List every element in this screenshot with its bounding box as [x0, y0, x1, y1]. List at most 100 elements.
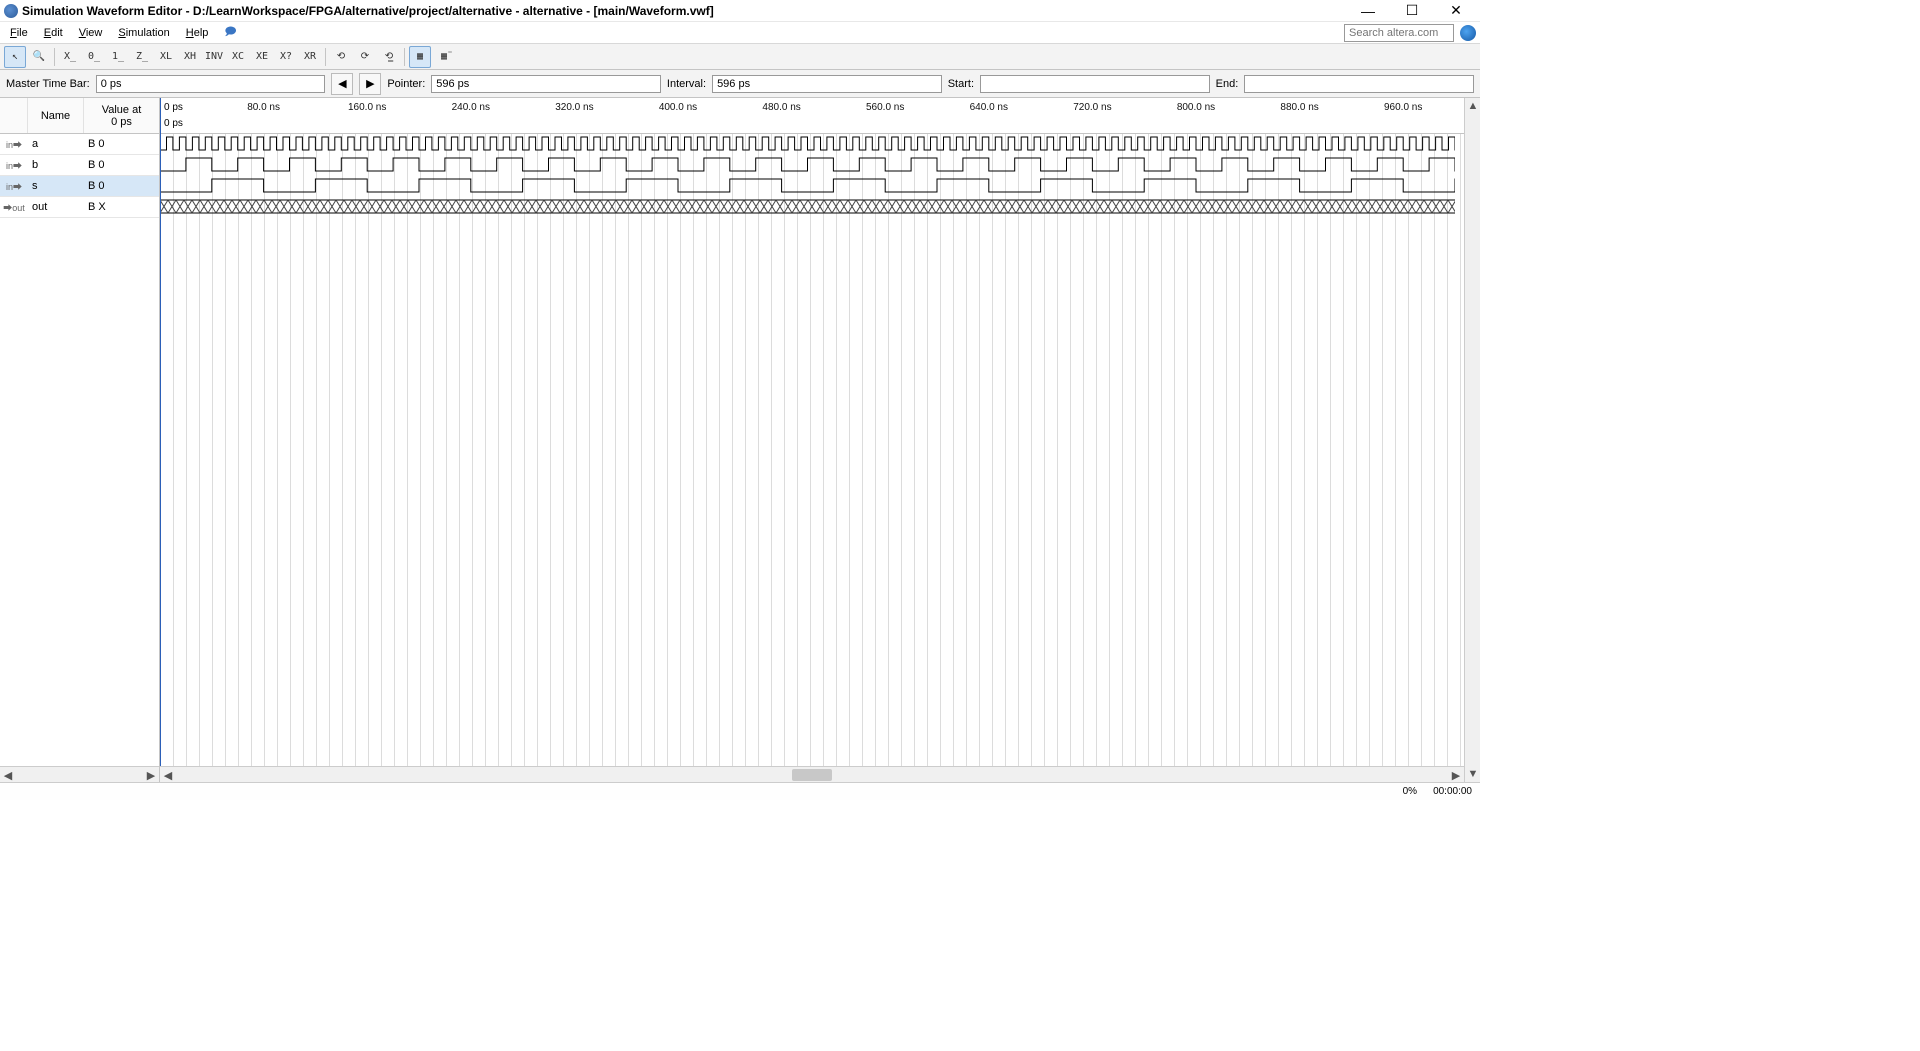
tool-force-x[interactable]: X̲ [59, 46, 81, 68]
signal-list-panel: Name Value at 0 ps in⮕aB 0in⮕bB 0in⮕sB 0… [0, 98, 160, 782]
signal-row-a[interactable]: in⮕aB 0 [0, 134, 159, 155]
search-input[interactable] [1344, 24, 1454, 42]
tool-inv[interactable]: INV [203, 46, 225, 68]
app-icon [4, 4, 18, 18]
signal-list-hscroll[interactable]: ◀ ▶ [0, 766, 159, 782]
ruler-tick: 160.0 ns [348, 102, 386, 113]
minimize-button[interactable]: — [1346, 0, 1390, 22]
ruler-tick: 720.0 ns [1073, 102, 1111, 113]
window-title: Simulation Waveform Editor - D:/LearnWor… [22, 4, 714, 18]
signal-value: B 0 [84, 138, 159, 150]
scroll-left-icon[interactable]: ◀ [160, 767, 176, 783]
signal-row-out[interactable]: ⮕outoutB X [0, 197, 159, 218]
signal-list-header: Name Value at 0 ps [0, 98, 159, 134]
tool-xl[interactable]: XL [155, 46, 177, 68]
end-label: End: [1216, 78, 1239, 90]
tool-zoom[interactable]: 🔍 [28, 46, 50, 68]
toolbar: ↖ 🔍 X̲ 0̲ 1̲ Z̲ XL XH INV XC XE X? XR ⟲ … [0, 44, 1480, 70]
tool-xc[interactable]: XC [227, 46, 249, 68]
close-button[interactable]: ✕ [1434, 0, 1478, 22]
col-name-header: Name [28, 98, 84, 133]
ruler-tick: 240.0 ns [452, 102, 490, 113]
signal-value: B X [84, 201, 159, 213]
waveform-hscroll[interactable]: ◀ ▶ [160, 766, 1464, 782]
signal-dir-icon: ⮕out [0, 201, 28, 214]
master-time-input[interactable] [96, 75, 326, 93]
signal-value: B 0 [84, 159, 159, 171]
titlebar: Simulation Waveform Editor - D:/LearnWor… [0, 0, 1480, 22]
ruler-tick: 320.0 ns [555, 102, 593, 113]
signal-name: s [28, 180, 84, 192]
cursor-line[interactable] [160, 98, 161, 134]
signal-name: b [28, 159, 84, 171]
start-label: Start: [948, 78, 974, 90]
signal-dir-icon: in⮕ [0, 180, 28, 193]
tool-sim-2[interactable]: ⟳ [354, 46, 376, 68]
end-input[interactable] [1244, 75, 1474, 93]
scrollbar-thumb[interactable] [792, 769, 831, 781]
signal-dir-icon: in⮕ [0, 159, 28, 172]
ruler-tick: 640.0 ns [970, 102, 1008, 113]
signal-name: a [28, 138, 84, 150]
maximize-button[interactable]: ☐ [1390, 0, 1434, 22]
scroll-left-icon[interactable]: ◀ [0, 767, 16, 783]
globe-icon[interactable] [1460, 25, 1476, 41]
menu-help[interactable]: Help [180, 25, 215, 41]
toolbar-separator [54, 48, 55, 66]
start-input[interactable] [980, 75, 1210, 93]
menu-file[interactable]: File [4, 25, 34, 41]
signal-row-b[interactable]: in⮕bB 0 [0, 155, 159, 176]
ruler-tick: 80.0 ns [247, 102, 280, 113]
scroll-up-icon[interactable]: ▲ [1465, 98, 1481, 114]
timebar-prev-button[interactable]: ◀ [331, 73, 353, 95]
tool-grid-2[interactable]: ▦̈ [433, 46, 455, 68]
scroll-right-icon[interactable]: ▶ [1448, 767, 1464, 783]
toolbar-separator [404, 48, 405, 66]
tool-grid-1[interactable]: ▦ [409, 46, 431, 68]
status-time: 00:00:00 [1433, 786, 1472, 797]
menu-simulation[interactable]: Simulation [112, 25, 175, 41]
tool-sim-1[interactable]: ⟲ [330, 46, 352, 68]
ruler-tick: 880.0 ns [1280, 102, 1318, 113]
interval-input[interactable] [712, 75, 942, 93]
main-area: Name Value at 0 ps in⮕aB 0in⮕bB 0in⮕sB 0… [0, 98, 1480, 782]
tool-xh[interactable]: XH [179, 46, 201, 68]
menu-extra-icon[interactable]: 🗩 [218, 21, 242, 44]
master-time-label: Master Time Bar: [6, 78, 90, 90]
menu-edit[interactable]: Edit [38, 25, 69, 41]
ruler-tick: 560.0 ns [866, 102, 904, 113]
tool-xr[interactable]: XR [299, 46, 321, 68]
tool-force-0[interactable]: 0̲ [83, 46, 105, 68]
menubar: File Edit View Simulation Help 🗩 [0, 22, 1480, 44]
scroll-down-icon[interactable]: ▼ [1465, 766, 1481, 782]
signal-rows: in⮕aB 0in⮕bB 0in⮕sB 0⮕outoutB X [0, 134, 159, 218]
vertical-scrollbar[interactable]: ▲ ▼ [1464, 98, 1480, 782]
pointer-input[interactable] [431, 75, 661, 93]
tool-sim-3[interactable]: ⟲̲ [378, 46, 400, 68]
ruler-zero: 0 ps [164, 102, 183, 113]
signal-row-s[interactable]: in⮕sB 0 [0, 176, 159, 197]
signal-name: out [28, 201, 84, 213]
toolbar-separator [325, 48, 326, 66]
tool-force-z[interactable]: Z̲ [131, 46, 153, 68]
signal-dir-icon: in⮕ [0, 138, 28, 151]
waveform-svg [160, 134, 1455, 234]
tool-select[interactable]: ↖ [4, 46, 26, 68]
waveform-body[interactable] [160, 134, 1464, 766]
scroll-right-icon[interactable]: ▶ [143, 767, 159, 783]
waveform-panel: 0 ps 0 ps 80.0 ns 160.0 ns 240.0 ns 320.0 n… [160, 98, 1464, 782]
tool-xq[interactable]: X? [275, 46, 297, 68]
ruler-tick: 800.0 ns [1177, 102, 1215, 113]
ruler-tick: 400.0 ns [659, 102, 697, 113]
tool-xe[interactable]: XE [251, 46, 273, 68]
interval-label: Interval: [667, 78, 706, 90]
ruler-zero-2: 0 ps [164, 118, 183, 129]
ruler-tick: 960.0 ns [1384, 102, 1422, 113]
time-ruler[interactable]: 0 ps 0 ps 80.0 ns 160.0 ns 240.0 ns 320.0 n… [160, 98, 1464, 134]
pointer-label: Pointer: [387, 78, 425, 90]
cursor-line[interactable] [160, 134, 161, 766]
menu-view[interactable]: View [73, 25, 109, 41]
signal-value: B 0 [84, 180, 159, 192]
timebar-next-button[interactable]: ▶ [359, 73, 381, 95]
tool-force-1[interactable]: 1̲ [107, 46, 129, 68]
